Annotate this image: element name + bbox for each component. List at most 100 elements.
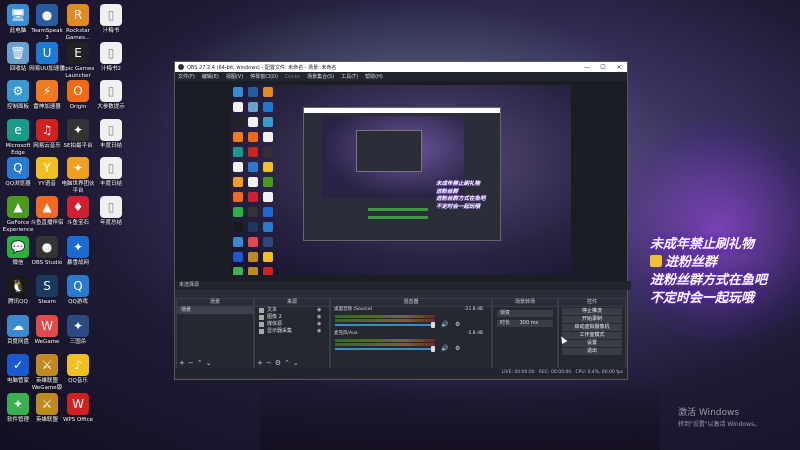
desktop-icon[interactable]: ▯ 丰度日结 [93,119,129,150]
gear-icon[interactable]: ⚙ [455,345,460,352]
app-icon: ☁ [7,315,29,337]
eye-icon[interactable]: ◉ [317,328,325,335]
track-db: -21.8 dB [463,307,483,312]
desktop-icon[interactable]: ♦ 斗鱼宝石 [60,196,96,227]
desktop-icon[interactable]: W WPS Office [60,393,96,424]
move-down-icon[interactable]: ⌄ [293,359,302,367]
minimize-icon[interactable]: — [579,64,595,71]
settings-button[interactable]: 设置 [562,340,622,347]
obs-preview[interactable]: 未成年禁止刷礼物 进粉丝群 进粉丝群方式在鱼吧 不定时会一起玩哦 [175,81,627,281]
desktop-icon[interactable]: ♪ QQ音乐 [60,354,96,385]
exit-button[interactable]: 退出 [562,348,622,355]
desktop-icon[interactable]: ▯ 丰度日结 [93,157,129,188]
volume-slider-handle[interactable] [431,346,435,352]
volume-slider[interactable] [335,324,435,326]
menu-file[interactable]: 文件(F) [178,73,195,80]
app-icon: ● [36,4,58,26]
app-icon: 💬 [7,236,29,258]
studio-mode-button[interactable]: 工作室模式 [562,332,622,339]
volume-meter [335,319,435,322]
desktop-icon[interactable]: ✦ 暴雪战网 [60,236,96,267]
preview-icon-tile [248,162,258,172]
scene-item[interactable]: 场景 [177,307,253,314]
preview-icon-tile [248,237,258,247]
obs-window[interactable]: OBS 27.2.4 (64-bit, windows) - 配置文件: 未命名… [174,61,631,380]
app-icon: U [36,42,58,64]
volume-slider[interactable] [335,348,435,350]
eye-icon[interactable]: ◉ [317,307,325,314]
scenes-dock: 场景 场景 +−⌃⌄ [176,298,254,370]
gear-icon[interactable]: ⚙ [275,359,284,367]
start-virtual-camera-button[interactable]: 启动虚拟摄像机 [562,324,622,331]
move-up-icon[interactable]: ⌃ [284,359,293,367]
desktop-icon[interactable]: E Epic Games Launcher [60,42,96,79]
desktop-icon[interactable]: ▯ 年度总结 [93,196,129,227]
menu-view[interactable]: 视图(V) [226,73,243,80]
remove-icon[interactable]: − [266,359,275,367]
add-icon[interactable]: + [179,359,188,367]
maximize-icon[interactable]: ☐ [595,64,611,71]
mixer-track-mic: 麦克风/Aux -5.8 dB 🔊 ⚙ [331,331,491,355]
preview-icon-tile [233,102,243,112]
desktop-icon[interactable]: Q QQ游戏 [60,275,96,306]
start-recording-button[interactable]: 开始录制 [562,316,622,323]
overlay-line-1: 未成年禁止刷礼物 [650,237,755,252]
desktop-icon[interactable]: ✦ 电脑世界团伙 平台 [60,157,96,194]
app-icon: ▯ [100,42,122,64]
pencil-icon [650,255,662,267]
speaker-icon[interactable]: 🔊 [441,345,448,352]
menu-docks-2[interactable]: Docks [285,74,300,80]
desktop-icon[interactable]: R Rockstar Games... [60,4,96,41]
preview-icon-tile [263,132,273,142]
eye-icon[interactable]: ◉ [317,314,325,321]
sources-toolbar: +−⚙⌃⌄ [257,359,302,367]
gear-icon[interactable]: ⚙ [455,321,460,328]
remove-icon[interactable]: − [188,359,197,367]
desktop-icon[interactable]: ▯ 汁梅书 [93,4,129,35]
move-up-icon[interactable]: ⌃ [197,359,206,367]
desktop-icon-label: 电脑世界团伙 平台 [61,181,95,194]
menu-scene-collection[interactable]: 场景集合(S) [307,73,334,80]
desktop-icon-label: 年度总结 [99,220,122,226]
desktop-icon[interactable]: ✦ 三国杀 [60,315,96,346]
preview-icon-tile [233,117,243,127]
menu-edit[interactable]: 编辑(E) [202,73,219,80]
add-icon[interactable]: + [257,359,266,367]
preview-screen-capture: 未成年禁止刷礼物 进粉丝群 进粉丝群方式在鱼吧 不定时会一起玩哦 [231,85,571,275]
preview-icon-tile [233,237,243,247]
preview-icon-tile [233,222,243,232]
app-icon: S [36,275,58,297]
transitions-header: 场景转场 [493,299,557,307]
source-item[interactable]: 文本 ◉ [255,307,329,314]
eye-icon[interactable]: ◉ [317,321,325,328]
preview-icon-tile [263,102,273,112]
desktop-icon-label: SE拍最平台 [63,143,93,149]
preview-icon-tile [263,207,273,217]
obs-titlebar[interactable]: OBS 27.2.4 (64-bit, windows) - 配置文件: 未命名… [175,62,627,72]
desktop-icon[interactable]: ✦ SE拍最平台 [60,119,96,150]
desktop-icon[interactable]: ▯ 汁梅书2 [93,42,129,73]
transition-select[interactable]: 渐变 [497,310,553,317]
source-item[interactable]: 显示器采集 ◉ [255,328,329,335]
preview-icon-tile [248,267,258,275]
app-icon: ● [36,236,58,258]
speaker-icon[interactable]: 🔊 [441,321,448,328]
app-icon: ♫ [36,119,58,141]
mixer-header: 混音器 [331,299,491,307]
desktop-icon-label: QQ游戏 [68,299,88,305]
desktop-icon[interactable]: ▯ 大参数提示 [93,80,129,111]
source-item[interactable]: 图像 2 ◉ [255,314,329,321]
menu-tools[interactable]: 工具(T) [341,73,358,80]
desktop-icon[interactable]: O Origin [60,80,96,111]
app-icon: ▲ [36,196,58,218]
source-item[interactable]: 媒体源 ◉ [255,321,329,328]
menu-help[interactable]: 帮助(H) [365,73,383,80]
app-icon: R [67,4,89,26]
volume-slider-handle[interactable] [431,322,435,328]
close-icon[interactable]: ✕ [611,64,627,71]
app-icon: 🗑 [7,42,29,64]
menu-docks[interactable]: 停靠窗口(D) [250,73,278,80]
stop-streaming-button[interactable]: 停止推流 [562,308,622,315]
move-down-icon[interactable]: ⌄ [206,359,215,367]
transition-duration-field[interactable]: 时长 300 ms [497,320,553,327]
